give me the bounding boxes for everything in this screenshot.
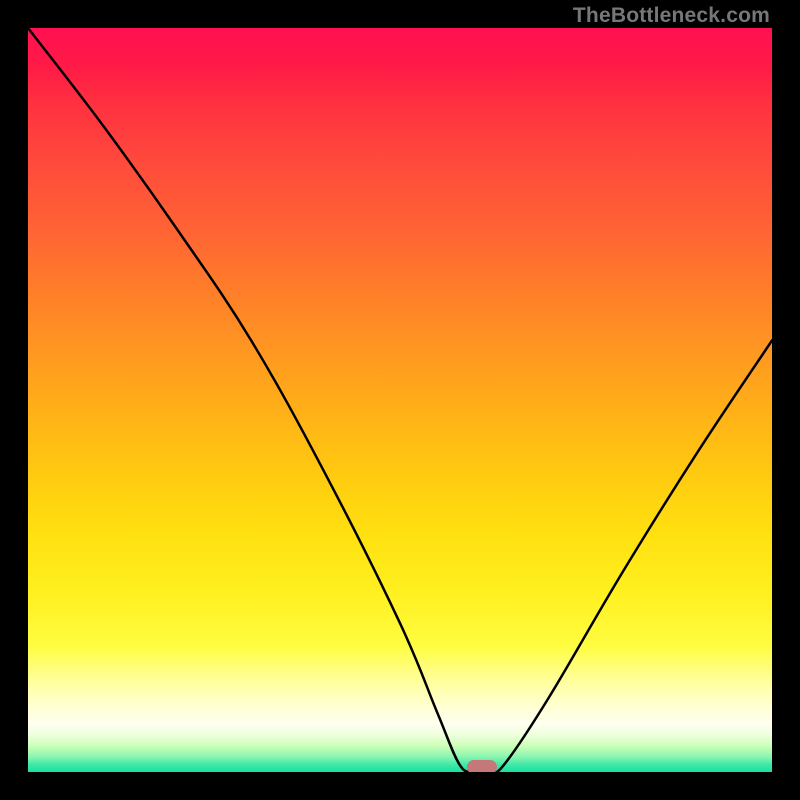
chart-frame: TheBottleneck.com <box>0 0 800 800</box>
plot-area <box>28 28 772 772</box>
watermark-text: TheBottleneck.com <box>573 4 770 28</box>
chart-curve <box>28 28 772 772</box>
minimum-marker <box>467 760 497 772</box>
